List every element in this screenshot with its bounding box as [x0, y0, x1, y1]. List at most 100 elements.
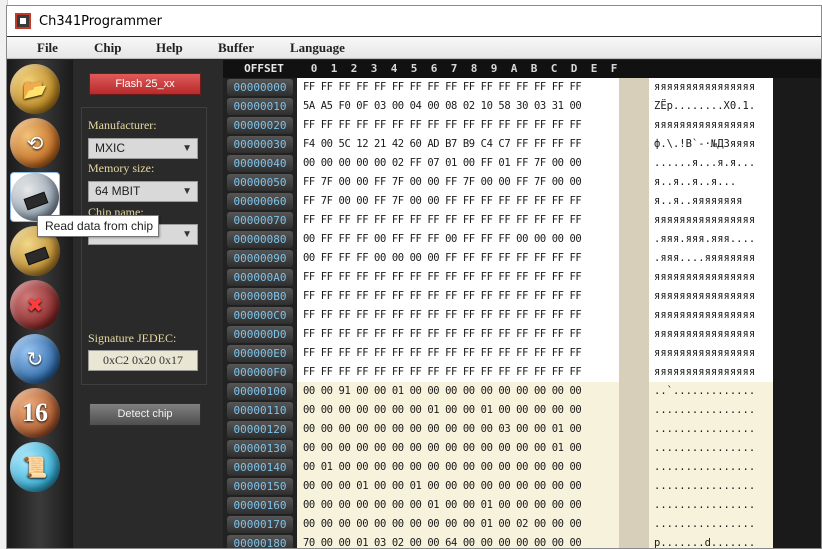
- hex-column-header: B: [530, 62, 538, 75]
- hex-row-ascii[interactable]: яяяяяяяяяяяяяяяя: [649, 268, 773, 287]
- hex-row-bytes[interactable]: 00 00 91 00 00 01 00 00 00 00 00 00 00 0…: [297, 382, 619, 401]
- hex-row-bytes[interactable]: 00 00 00 00 00 00 00 00 00 00 00 00 00 0…: [297, 439, 619, 458]
- hex-row-bytes[interactable]: 00 00 00 00 00 00 00 00 00 00 01 00 02 0…: [297, 515, 619, 534]
- hex-row-bytes[interactable]: 00 FF FF FF 00 FF FF FF 00 FF FF FF 00 0…: [297, 230, 619, 249]
- scroll-button[interactable]: 📜: [10, 442, 60, 492]
- hex-row-ascii[interactable]: я..я..я..я...: [649, 173, 773, 192]
- hex-row-ascii[interactable]: яяяяяяяяяяяяяяяя: [649, 211, 773, 230]
- hex-row[interactable]: 00000040 00 00 00 00 00 02 FF 07 01 00 FF…: [223, 154, 821, 173]
- hex-row-bytes[interactable]: 00 00 00 01 00 00 01 00 00 00 00 00 00 0…: [297, 477, 619, 496]
- menu-file[interactable]: File: [37, 40, 58, 56]
- hex-row[interactable]: 000000E0 FF FF FF FF FF FF FF FF FF FF FF…: [223, 344, 821, 363]
- hex-row-bytes[interactable]: FF FF FF FF FF FF FF FF FF FF FF FF FF F…: [297, 116, 619, 135]
- hex-row-bytes[interactable]: FF 7F 00 00 FF 7F 00 00 FF 7F 00 00 FF 7…: [297, 173, 619, 192]
- hex-row-bytes[interactable]: FF FF FF FF FF FF FF FF FF FF FF FF FF F…: [297, 268, 619, 287]
- hex-row-bytes[interactable]: 00 01 00 00 00 00 00 00 00 00 00 00 00 0…: [297, 458, 619, 477]
- hex-row-ascii[interactable]: .яяя.яяя.яяя....: [649, 230, 773, 249]
- memory-size-select[interactable]: 64 MBIT ▼: [88, 181, 198, 202]
- hex-row[interactable]: 00000160 00 00 00 00 00 00 00 01 00 00 01…: [223, 496, 821, 515]
- hex-row-ascii[interactable]: яяяяяяяяяяяяяяяя: [649, 325, 773, 344]
- hex-16-button[interactable]: 16: [10, 388, 60, 438]
- hex-row-ascii[interactable]: я..я..яяяяяяяя: [649, 192, 773, 211]
- hex-row-ascii[interactable]: яяяяяяяяяяяяяяяя: [649, 363, 773, 382]
- hex-row-ascii[interactable]: ................: [649, 420, 773, 439]
- menu-help[interactable]: Help: [156, 40, 183, 56]
- hex-row-ascii[interactable]: яяяяяяяяяяяяяяяя: [649, 344, 773, 363]
- hex-row[interactable]: 00000000 FF FF FF FF FF FF FF FF FF FF FF…: [223, 78, 821, 97]
- hex-row-bytes[interactable]: FF FF FF FF FF FF FF FF FF FF FF FF FF F…: [297, 325, 619, 344]
- hex-row-bytes[interactable]: 00 00 00 00 00 00 00 01 00 00 01 00 00 0…: [297, 496, 619, 515]
- hex-row-bytes[interactable]: 00 00 00 00 00 00 00 00 00 00 00 03 00 0…: [297, 420, 619, 439]
- hex-row-bytes[interactable]: 00 FF FF FF 00 00 00 00 FF FF FF FF FF F…: [297, 249, 619, 268]
- hex-row-bytes[interactable]: FF FF FF FF FF FF FF FF FF FF FF FF FF F…: [297, 363, 619, 382]
- hex-row-bytes[interactable]: F4 00 5C 12 21 42 60 AD B7 B9 C4 C7 FF F…: [297, 135, 619, 154]
- hex-row-bytes[interactable]: 00 00 00 00 00 00 00 01 00 00 01 00 00 0…: [297, 401, 619, 420]
- open-file-button[interactable]: 📂: [10, 64, 60, 114]
- hex-row[interactable]: 000000D0 FF FF FF FF FF FF FF FF FF FF FF…: [223, 325, 821, 344]
- hex-row[interactable]: 00000060 FF 7F 00 00 FF 7F 00 00 FF FF FF…: [223, 192, 821, 211]
- menu-buffer[interactable]: Buffer: [218, 40, 254, 56]
- hex-row-bytes[interactable]: FF FF FF FF FF FF FF FF FF FF FF FF FF F…: [297, 78, 619, 97]
- hex-row[interactable]: 00000020 FF FF FF FF FF FF FF FF FF FF FF…: [223, 116, 821, 135]
- hex-row[interactable]: 00000030 F4 00 5C 12 21 42 60 AD B7 B9 C4…: [223, 135, 821, 154]
- hex-row[interactable]: 00000180 70 00 00 01 03 02 00 00 64 00 00…: [223, 534, 821, 548]
- hex-row[interactable]: 000000C0 FF FF FF FF FF FF FF FF FF FF FF…: [223, 306, 821, 325]
- hex-row-ascii[interactable]: яяяяяяяяяяяяяяяя: [649, 78, 773, 97]
- hex-editor[interactable]: OFFSET 0123456789ABCDEF 00000000 FF FF FF…: [223, 60, 821, 548]
- hex-row-ascii[interactable]: ZЁр........X0.1.: [649, 97, 773, 116]
- hex-row-bytes[interactable]: FF 7F 00 00 FF 7F 00 00 FF FF FF FF FF F…: [297, 192, 619, 211]
- hex-row[interactable]: 000000A0 FF FF FF FF FF FF FF FF FF FF FF…: [223, 268, 821, 287]
- hex-row[interactable]: 00000010 5A A5 F0 0F 03 00 04 00 08 02 10…: [223, 97, 821, 116]
- menu-chip[interactable]: Chip: [94, 40, 121, 56]
- chip-app-icon: [15, 13, 31, 29]
- hex-row-ascii[interactable]: .яяя....яяяяяяяя: [649, 249, 773, 268]
- hex-row-ascii[interactable]: ф.\.!B`-·№ДЗяяяя: [649, 135, 773, 154]
- hex-row[interactable]: 00000140 00 01 00 00 00 00 00 00 00 00 00…: [223, 458, 821, 477]
- hex-row-ascii[interactable]: ......я...я.я...: [649, 154, 773, 173]
- hex-row-address: 00000170: [227, 516, 293, 533]
- hex-row-ascii[interactable]: ................: [649, 458, 773, 477]
- manufacturer-select[interactable]: MXIC ▼: [88, 138, 198, 159]
- memory-size-label: Memory size:: [88, 161, 155, 175]
- hex-row[interactable]: 00000130 00 00 00 00 00 00 00 00 00 00 00…: [223, 439, 821, 458]
- hex-row[interactable]: 00000080 00 FF FF FF 00 FF FF FF 00 FF FF…: [223, 230, 821, 249]
- menu-language[interactable]: Language: [290, 40, 345, 56]
- hex-row-bytes[interactable]: FF FF FF FF FF FF FF FF FF FF FF FF FF F…: [297, 287, 619, 306]
- hex-row-ascii[interactable]: ................: [649, 496, 773, 515]
- hex-row-bytes[interactable]: FF FF FF FF FF FF FF FF FF FF FF FF FF F…: [297, 211, 619, 230]
- save-file-button[interactable]: ⟲: [10, 118, 60, 168]
- hex-row-bytes[interactable]: FF FF FF FF FF FF FF FF FF FF FF FF FF F…: [297, 306, 619, 325]
- hex-row-ascii[interactable]: яяяяяяяяяяяяяяяя: [649, 287, 773, 306]
- detect-chip-button[interactable]: Detect chip: [89, 403, 201, 426]
- hex-row-bytes[interactable]: 00 00 00 00 00 02 FF 07 01 00 FF 01 FF 7…: [297, 154, 619, 173]
- hex-row-ascii[interactable]: ................: [649, 439, 773, 458]
- hex-row[interactable]: 00000170 00 00 00 00 00 00 00 00 00 00 01…: [223, 515, 821, 534]
- hex-row-bytes[interactable]: FF FF FF FF FF FF FF FF FF FF FF FF FF F…: [297, 344, 619, 363]
- hex-row-address: 00000080: [227, 231, 293, 248]
- hex-row-ascii[interactable]: ..`.............: [649, 382, 773, 401]
- hex-column-header: 1: [330, 62, 338, 75]
- hex-row[interactable]: 000000B0 FF FF FF FF FF FF FF FF FF FF FF…: [223, 287, 821, 306]
- hex-row[interactable]: 00000050 FF 7F 00 00 FF 7F 00 00 FF 7F 00…: [223, 173, 821, 192]
- hex-row-ascii[interactable]: p.......d.......: [649, 534, 773, 548]
- tooltip: Read data from chip: [37, 215, 159, 237]
- hex-row-bytes[interactable]: 70 00 00 01 03 02 00 00 64 00 00 00 00 0…: [297, 534, 619, 548]
- hex-row-ascii[interactable]: яяяяяяяяяяяяяяяя: [649, 116, 773, 135]
- title-bar: Ch341Programmer: [7, 6, 821, 36]
- hex-row[interactable]: 00000070 FF FF FF FF FF FF FF FF FF FF FF…: [223, 211, 821, 230]
- hex-row-ascii[interactable]: ................: [649, 477, 773, 496]
- hex-row[interactable]: 000000F0 FF FF FF FF FF FF FF FF FF FF FF…: [223, 363, 821, 382]
- verify-chip-button[interactable]: ↻: [10, 334, 60, 384]
- hex-row[interactable]: 00000100 00 00 91 00 00 01 00 00 00 00 00…: [223, 382, 821, 401]
- hex-row-bytes[interactable]: 5A A5 F0 0F 03 00 04 00 08 02 10 58 30 0…: [297, 97, 619, 116]
- hex-row-ascii[interactable]: яяяяяяяяяяяяяяяя: [649, 306, 773, 325]
- flash-type-button[interactable]: Flash 25_xx: [89, 73, 201, 95]
- hex-row[interactable]: 00000150 00 00 00 01 00 00 01 00 00 00 00…: [223, 477, 821, 496]
- hex-row[interactable]: 00000110 00 00 00 00 00 00 00 01 00 00 01…: [223, 401, 821, 420]
- hex-row-ascii[interactable]: ................: [649, 515, 773, 534]
- hex-row-address: 000000E0: [227, 345, 293, 362]
- hex-row[interactable]: 00000090 00 FF FF FF 00 00 00 00 FF FF FF…: [223, 249, 821, 268]
- hex-row-ascii[interactable]: ................: [649, 401, 773, 420]
- erase-chip-button[interactable]: ✖: [10, 280, 60, 330]
- hex-row[interactable]: 00000120 00 00 00 00 00 00 00 00 00 00 00…: [223, 420, 821, 439]
